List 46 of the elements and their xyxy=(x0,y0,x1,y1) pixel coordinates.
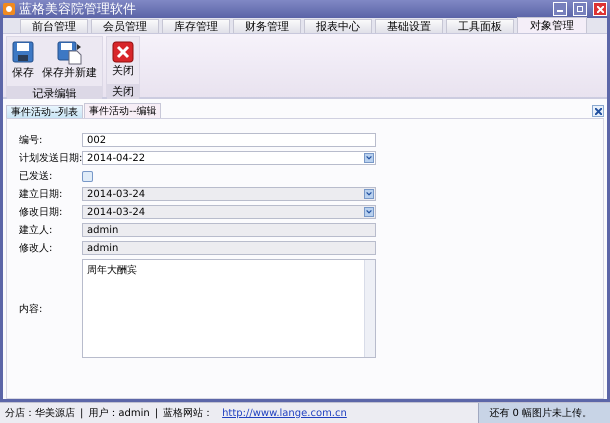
maximize-button[interactable] xyxy=(573,2,587,16)
menu-tab[interactable]: 财务管理 xyxy=(233,19,301,33)
status-text: 蓝格网站： xyxy=(163,406,214,420)
field-label: 建立日期: xyxy=(19,188,64,201)
window-title: 蓝格美容院管理软件 xyxy=(19,1,137,18)
close-tab-button[interactable] xyxy=(592,105,604,117)
close-button[interactable] xyxy=(593,2,607,16)
separator: | xyxy=(80,408,84,418)
field-label: 编号: xyxy=(19,134,44,147)
document-tab[interactable]: 事件活动--列表 xyxy=(6,105,84,118)
close-icon xyxy=(112,41,134,63)
floppy-disk-page-icon xyxy=(56,41,82,65)
upload-status: 还有 0 幅图片未上传。 xyxy=(478,403,610,423)
status-text: 用户：admin xyxy=(88,406,150,420)
menu-tab[interactable]: 前台管理 xyxy=(20,19,88,33)
menu-tab[interactable]: 会员管理 xyxy=(91,19,159,33)
separator: | xyxy=(154,408,158,418)
field-label: 修改日期: xyxy=(19,206,64,219)
minimize-button[interactable] xyxy=(553,2,567,16)
menu-tab[interactable]: 对象管理 xyxy=(517,17,587,33)
field-label: 内容: xyxy=(19,302,44,316)
menu-tab[interactable]: 工具面板 xyxy=(446,19,514,33)
close-icon xyxy=(596,6,604,12)
app-icon xyxy=(3,3,15,15)
status-text: 分店：华美源店 xyxy=(5,406,75,420)
input-field[interactable]: 002 xyxy=(82,133,376,147)
close-tool-button[interactable]: 关闭 xyxy=(110,37,136,84)
menu-tab[interactable]: 基础设置 xyxy=(375,19,443,33)
field-label: 已发送: xyxy=(19,170,54,183)
field-label: 计划发送日期: xyxy=(19,152,82,165)
field-label: 修改人: xyxy=(19,242,54,255)
scrollbar[interactable] xyxy=(364,260,375,357)
maximize-icon xyxy=(577,6,583,12)
menu-tab[interactable]: 报表中心 xyxy=(304,19,372,33)
date-field[interactable]: 2014-04-22 xyxy=(82,151,376,165)
document-tab[interactable]: 事件活动--编辑 xyxy=(84,103,162,118)
field-label: 建立人: xyxy=(19,224,54,237)
save-button[interactable]: 保存 xyxy=(10,37,36,86)
save-new-button[interactable]: 保存并新建 xyxy=(40,37,99,86)
website-link[interactable]: http://www.lange.com.cn xyxy=(222,408,347,418)
menu-tab[interactable]: 库存管理 xyxy=(162,19,230,33)
group-label: 关闭 xyxy=(107,84,139,99)
close-icon xyxy=(594,108,602,114)
checkbox[interactable] xyxy=(82,170,93,182)
text-area[interactable]: 周年大酬宾 xyxy=(82,259,376,358)
dropdown-icon[interactable] xyxy=(364,153,374,163)
